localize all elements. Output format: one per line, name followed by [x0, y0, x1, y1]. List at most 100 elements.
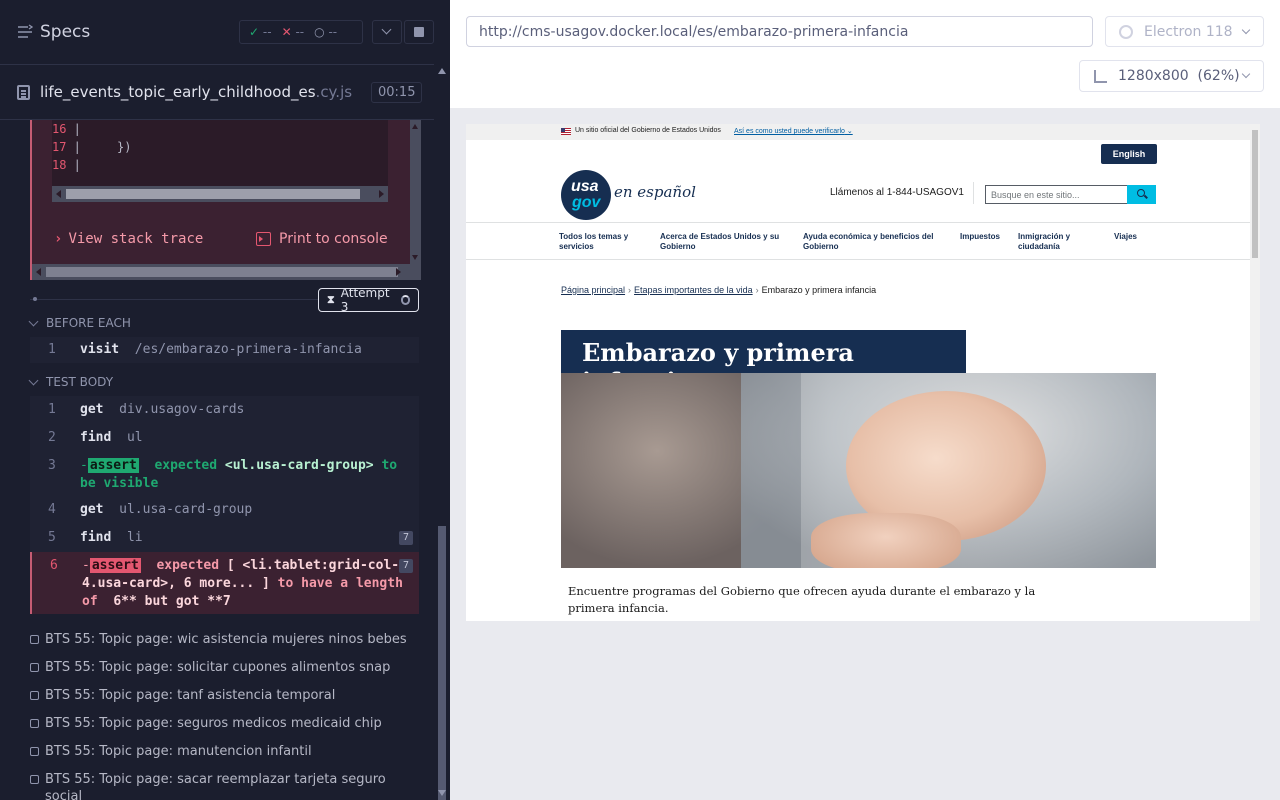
before-each-header[interactable]: BEFORE EACH	[28, 316, 131, 330]
aut-scrollbar[interactable]	[1250, 124, 1260, 621]
assert-tag: assert	[87, 458, 139, 473]
scroll-right-icon[interactable]	[379, 190, 384, 198]
scroll-up-icon[interactable]	[412, 124, 418, 129]
dot-icon	[33, 297, 37, 301]
code-line: 18 |	[52, 158, 81, 172]
scroll-up-icon[interactable]	[438, 68, 446, 74]
gov-banner: Un sitio oficial del Gobierno de Estados…	[466, 124, 1250, 140]
assert-text: visible	[103, 476, 159, 491]
page-title: Embarazo y primera infancia	[561, 330, 966, 396]
command-log: 16 | 17 | }) 18 | › View stack trace Prin…	[0, 120, 434, 800]
scroll-thumb[interactable]	[438, 526, 446, 800]
test-item[interactable]: BTS 55: Topic page: tanf asistencia temp…	[30, 687, 410, 704]
test-item[interactable]: BTS 55: Topic page: sacar reemplazar tar…	[30, 771, 410, 800]
english-button[interactable]: English	[1101, 144, 1157, 164]
viewport-selector[interactable]: 1280x800 (62%)	[1079, 60, 1264, 92]
test-title: BTS 55: Topic page: solicitar cupones al…	[45, 660, 391, 675]
command-number: 2	[48, 430, 56, 445]
chevron-right-icon: ›	[54, 231, 63, 247]
test-item[interactable]: BTS 55: Topic page: solicitar cupones al…	[30, 659, 410, 676]
code-horizontal-scrollbar[interactable]	[52, 186, 388, 202]
browser-label: Electron 118	[1144, 24, 1233, 40]
failed-stat: ✕ --	[281, 25, 305, 39]
scroll-thumb[interactable]	[1252, 130, 1258, 258]
pending-stat: ○ --	[314, 25, 338, 39]
spinner-icon	[400, 295, 410, 305]
run-stats: ✓ -- ✕ -- ○ --	[239, 20, 363, 44]
test-item[interactable]: BTS 55: Topic page: manutencion infantil	[30, 743, 410, 760]
assert-text: expected	[154, 458, 218, 473]
nav-item[interactable]: Inmigración y ciudadanía	[1018, 232, 1088, 252]
nav-item[interactable]: Todos los temas y servicios	[559, 232, 649, 252]
test-title: BTS 55: Topic page: sacar reemplazar tar…	[45, 772, 386, 800]
command-number: 4	[48, 502, 56, 517]
scroll-thumb[interactable]	[66, 189, 360, 199]
x-icon: ✕	[281, 25, 292, 39]
section-label: TEST BODY	[46, 375, 114, 389]
spec-filename[interactable]: life_events_topic_early_childhood_es.cy.…	[40, 83, 352, 101]
nav-item[interactable]: Acerca de Estados Unidos y su Gobierno	[660, 232, 790, 252]
scroll-left-icon[interactable]	[36, 268, 41, 276]
scroll-left-icon[interactable]	[56, 190, 61, 198]
nav-item[interactable]: Viajes	[1114, 232, 1154, 242]
command-number: 1	[48, 342, 56, 357]
scroll-thumb[interactable]	[46, 267, 398, 277]
element-count-badge: 7	[399, 559, 413, 573]
view-stack-trace-button[interactable]: › View stack trace	[54, 231, 203, 247]
test-title: BTS 55: Topic page: seguros medicos medi…	[45, 716, 382, 731]
assert-row[interactable]: 3 - assert expected <ul.usa-card-group> t…	[30, 452, 419, 496]
command-name: find	[80, 530, 112, 545]
usagov-logo[interactable]: usa gov	[561, 170, 611, 220]
collapse-button[interactable]	[372, 20, 402, 44]
attempt-tag[interactable]: ⧗ Attempt 3	[318, 286, 419, 314]
test-title: BTS 55: Topic page: manutencion infantil	[45, 744, 312, 759]
nav-item[interactable]: Ayuda económica y beneficios del Gobiern…	[803, 232, 948, 252]
site-search-input[interactable]: Busque en este sitio...	[985, 185, 1128, 204]
scroll-right-icon[interactable]	[396, 268, 401, 276]
command-row[interactable]: 2 find ul	[30, 424, 419, 452]
scroll-down-icon[interactable]	[438, 790, 446, 796]
divider	[466, 222, 1250, 223]
check-icon: ✓	[249, 25, 260, 39]
browser-icon	[1119, 25, 1133, 39]
specs-title[interactable]: Specs	[40, 22, 90, 42]
browser-selector[interactable]: Electron 118	[1105, 16, 1264, 47]
failed-assert-row[interactable]: 6 - assert expected [ <li.tablet:grid-col…	[30, 552, 419, 614]
breadcrumb-current: Embarazo y primera infancia	[761, 285, 877, 295]
command-row[interactable]: 1 visit /es/embarazo-primera-infancia	[30, 337, 419, 363]
menu-icon[interactable]	[17, 24, 33, 40]
test-body-header[interactable]: TEST BODY	[28, 375, 114, 389]
assert-text: to have a length	[277, 576, 403, 591]
assert-text: expected	[156, 558, 220, 573]
stop-button[interactable]	[404, 20, 434, 44]
error-panel: 16 | 17 | }) 18 | › View stack trace Prin…	[30, 120, 421, 280]
page-description: Encuentre programas del Gobierno que ofr…	[568, 584, 1036, 615]
banner-verify-link[interactable]: Así es como usted puede verificarlo ⌄	[734, 127, 853, 135]
reporter-scrollbar[interactable]	[434, 64, 450, 800]
command-name: find	[80, 430, 112, 445]
command-row[interactable]: 5 find li 7	[30, 524, 419, 552]
command-row[interactable]: 4 get ul.usa-card-group	[30, 496, 419, 524]
breadcrumb-link[interactable]: Página principal	[561, 285, 625, 295]
site-search-button[interactable]	[1127, 185, 1156, 204]
nav-item[interactable]: Impuestos	[960, 232, 1010, 242]
command-row[interactable]: 1 get div.usagov-cards	[30, 396, 419, 424]
error-vertical-scrollbar[interactable]	[410, 120, 421, 264]
error-horizontal-scrollbar[interactable]	[32, 264, 421, 280]
chevron-down-icon	[28, 375, 39, 385]
test-item[interactable]: BTS 55: Topic page: wic asistencia mujer…	[30, 631, 410, 648]
attempt-label: Attempt 3	[340, 286, 390, 314]
aut-header: http://cms-usagov.docker.local/es/embara…	[450, 0, 1280, 108]
url-bar[interactable]: http://cms-usagov.docker.local/es/embara…	[466, 16, 1093, 47]
phone-number[interactable]: Llámenos al 1-844-USAGOV1	[830, 187, 964, 198]
viewport-zoom: (62%)	[1197, 68, 1240, 84]
pending-icon: ○	[314, 25, 325, 39]
scroll-down-icon[interactable]	[412, 255, 418, 260]
pending-test-icon	[30, 663, 39, 672]
print-to-console-button[interactable]: Print to console	[256, 231, 388, 247]
command-arg: ul.usa-card-group	[119, 502, 253, 517]
breadcrumb-link[interactable]: Etapas importantes de la vida	[634, 285, 753, 295]
reporter-panel: Specs ✓ -- ✕ -- ○ -- life_events_topic_e…	[0, 0, 450, 800]
section-label: BEFORE EACH	[46, 316, 131, 330]
test-item[interactable]: BTS 55: Topic page: seguros medicos medi…	[30, 715, 410, 732]
